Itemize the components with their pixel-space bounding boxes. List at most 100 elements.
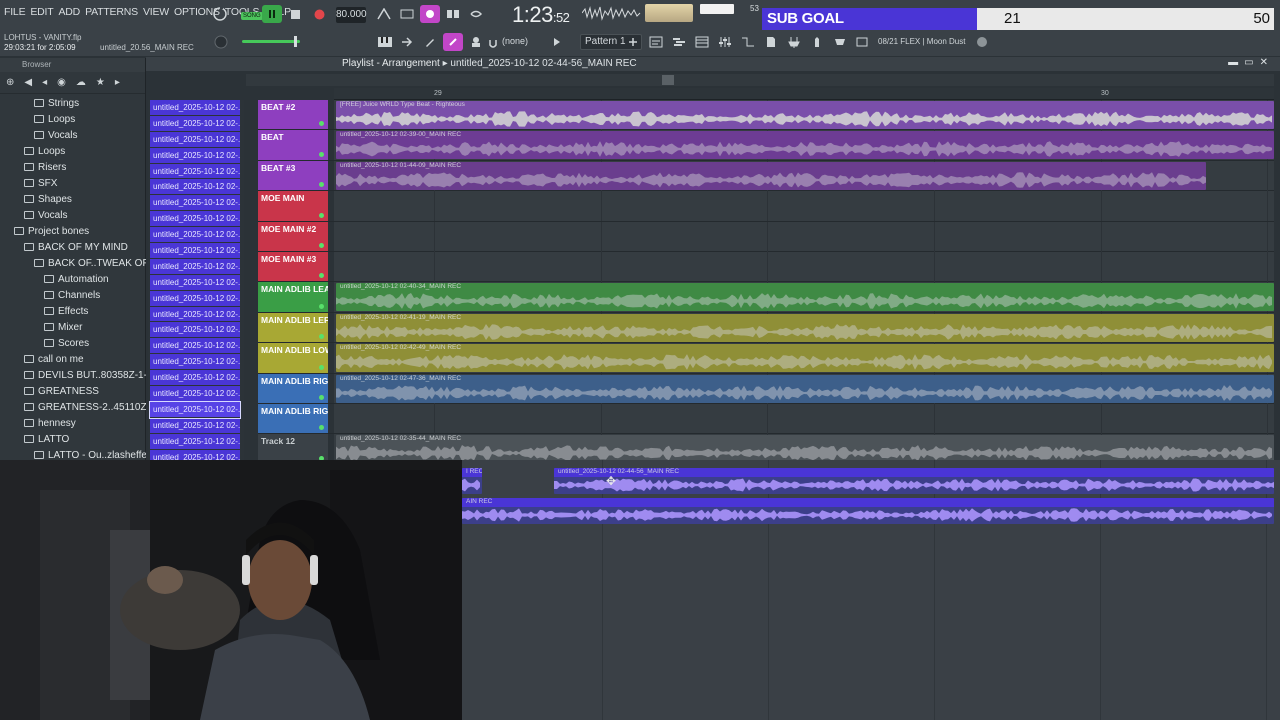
link-icon[interactable] — [443, 33, 463, 51]
browser-home-icon[interactable]: ◉ — [57, 77, 66, 88]
menu-patterns[interactable]: PATTERNS — [85, 6, 138, 18]
play-pattern-icon[interactable] — [550, 33, 564, 51]
track-header[interactable]: MOE MAIN #3 — [258, 252, 328, 282]
add-pattern-icon[interactable] — [626, 33, 640, 51]
track-header[interactable]: MAIN ADLIB LEAD — [258, 282, 328, 312]
audio-clip[interactable]: untitled_2025-10-12 02-47-36_MAIN REC — [336, 374, 1274, 403]
master-pitch-knob-icon[interactable] — [211, 33, 231, 51]
clip-source-item[interactable]: untitled_2025-10-12 02-... — [149, 400, 241, 419]
browser-item[interactable]: Project bones — [0, 224, 146, 240]
playlist-track[interactable]: MAIN ADLIB LEAD untitled_2025-10-12 02-40… — [258, 282, 1274, 313]
browser-back-icon[interactable]: ◂ — [42, 77, 47, 88]
cart-icon[interactable] — [852, 33, 872, 51]
track-mute-led[interactable] — [319, 273, 324, 279]
audio-clip[interactable]: I REC — [462, 468, 482, 494]
playlist-track[interactable]: MAIN ADLIB RIGHT — [258, 404, 1274, 435]
browser-item[interactable]: BACK OF MY MIND — [0, 240, 146, 256]
browser-collapse-icon[interactable]: ◀ — [24, 77, 32, 88]
track-lane[interactable]: untitled_2025-10-12 02-47-36_MAIN REC — [334, 373, 1274, 404]
browser-cloud-icon[interactable]: ☁ — [76, 77, 86, 88]
browser-item[interactable]: SFX — [0, 176, 146, 192]
menu-edit[interactable]: EDIT — [30, 6, 53, 18]
lower-track[interactable]: AIN REC — [462, 498, 1274, 526]
tempo-field[interactable]: 80.000 — [336, 7, 367, 23]
channel-rack-alt-icon[interactable] — [738, 33, 758, 51]
track-header[interactable]: BEAT #3 — [258, 160, 328, 191]
plugin-news[interactable]: 08/21 FLEX | Moon Dust — [878, 37, 965, 46]
track-lane[interactable] — [334, 404, 1274, 434]
globe-icon[interactable] — [972, 33, 992, 51]
track-mute-led[interactable] — [319, 242, 324, 248]
menu-add[interactable]: ADD — [59, 6, 81, 18]
track-mute-led[interactable] — [319, 334, 324, 340]
clip-source-item[interactable]: untitled_2025-10-12 02-... — [150, 354, 240, 371]
menu-view[interactable]: VIEW — [143, 6, 169, 18]
browser-item[interactable]: Mixer — [0, 320, 146, 336]
playlist-track[interactable]: MAIN ADLIB RIGHT untitled_2025-10-12 02-4… — [258, 373, 1274, 404]
browser-item[interactable]: hennesy — [0, 416, 146, 432]
browser-toggle-icon[interactable] — [761, 33, 781, 51]
menu-file[interactable]: FILE — [4, 6, 26, 18]
record-button[interactable] — [309, 5, 329, 23]
clip-source-item[interactable]: untitled_2025-10-12 02-... — [150, 179, 240, 196]
audio-clip[interactable]: untitled_2025-10-12 02-39-00_MAIN REC — [336, 131, 1274, 160]
clip-source-item[interactable]: untitled_2025-10-12 02-... — [150, 115, 240, 132]
audio-clip[interactable]: untitled_2025-10-12 02-42-49_MAIN REC — [336, 344, 1274, 373]
browser-item[interactable]: Vocals — [0, 208, 146, 224]
stop-button[interactable] — [285, 5, 305, 23]
browser-item[interactable]: Strings — [0, 96, 146, 112]
mixer-icon[interactable] — [715, 33, 735, 51]
lower-track[interactable]: I REC untitled_2025-10-12 02-44-56_MAIN R… — [462, 468, 1274, 496]
track-mute-led[interactable] — [319, 425, 324, 431]
playlist-track[interactable]: MOE MAIN — [258, 191, 1274, 222]
track-lane[interactable] — [334, 191, 1274, 222]
pencil-icon[interactable] — [420, 33, 440, 51]
browser-item[interactable]: Risers — [0, 160, 146, 176]
browser-item[interactable]: Channels — [0, 288, 146, 304]
track-mute-led[interactable] — [319, 182, 324, 188]
browser-item[interactable]: BACK OF..TWEAK OPEN — [0, 256, 146, 272]
browser-item[interactable]: Automation — [0, 272, 146, 288]
clip-source-item[interactable]: untitled_2025-10-12 02-... — [150, 227, 240, 244]
metronome-icon[interactable] — [374, 5, 394, 23]
track-mute-led[interactable] — [319, 364, 324, 370]
snap-magnet-icon[interactable] — [487, 35, 499, 53]
track-lane[interactable]: [FREE] Juice WRLD Type Beat - Righteous — [334, 100, 1274, 130]
browser-item[interactable]: Shapes — [0, 192, 146, 208]
track-header[interactable]: BEAT — [258, 130, 328, 160]
clip-source-item[interactable]: untitled_2025-10-12 02-... — [150, 258, 240, 275]
audio-clip[interactable]: untitled_2025-10-12 01-44-09_MAIN REC — [336, 161, 1206, 190]
stamp-icon[interactable] — [466, 33, 486, 51]
clip-source-item[interactable]: untitled_2025-10-12 02-... — [150, 100, 240, 116]
browser-item[interactable]: Loops — [0, 144, 146, 160]
snap-select[interactable]: (none) — [502, 36, 528, 46]
clip-source-item[interactable]: untitled_2025-10-12 02-... — [150, 290, 240, 307]
audio-clip[interactable]: untitled_2025-10-12 02-41-19_MAIN REC — [336, 313, 1274, 342]
audio-clip[interactable]: untitled_2025-10-12 02-44-56_MAIN REC — [554, 468, 1274, 494]
browser-item[interactable]: Scores — [0, 336, 146, 352]
track-mute-led[interactable] — [319, 394, 324, 400]
track-lane[interactable]: untitled_2025-10-12 02-40-34_MAIN REC — [334, 282, 1274, 313]
touch-keyboard-icon[interactable] — [807, 33, 827, 51]
track-header[interactable]: MAIN ADLIB LOWS L — [258, 343, 328, 373]
playlist-icon[interactable] — [646, 33, 666, 51]
clip-source-item[interactable]: untitled_2025-10-12 02-... — [150, 386, 240, 402]
marketplace-icon[interactable] — [830, 33, 850, 51]
playlist-track[interactable]: MOE MAIN #2 — [258, 221, 1274, 252]
pat-song-toggle[interactable]: SONG — [241, 12, 263, 20]
track-header[interactable]: MAIN ADLIB RIGHT — [258, 404, 328, 434]
track-lane[interactable]: untitled_2025-10-12 02-41-19_MAIN REC — [334, 312, 1274, 343]
clip-source-item[interactable]: untitled_2025-10-12 02-... — [150, 306, 240, 323]
clip-source-item[interactable]: untitled_2025-10-12 02-... — [150, 338, 240, 355]
browser-item[interactable]: Vocals — [0, 128, 146, 144]
clip-source-item[interactable]: untitled_2025-10-12 02-... — [150, 147, 240, 164]
clip-source-item[interactable]: untitled_2025-10-12 02-... — [150, 195, 240, 212]
plugin-picker-icon[interactable] — [784, 33, 804, 51]
browser-item[interactable]: GREATNESS — [0, 384, 146, 400]
piano-roll-icon[interactable] — [669, 33, 689, 51]
playlist-track[interactable]: MAIN ADLIB LOWS L untitled_2025-10-12 02-… — [258, 343, 1274, 374]
playlist-track[interactable]: BEAT #3 untitled_2025-10-12 01-44-09_MAIN… — [258, 160, 1274, 192]
master-volume-slider[interactable] — [242, 36, 300, 47]
track-header[interactable]: MOE MAIN — [258, 191, 328, 221]
window-controls[interactable]: ▬▭✕ — [1228, 57, 1274, 68]
